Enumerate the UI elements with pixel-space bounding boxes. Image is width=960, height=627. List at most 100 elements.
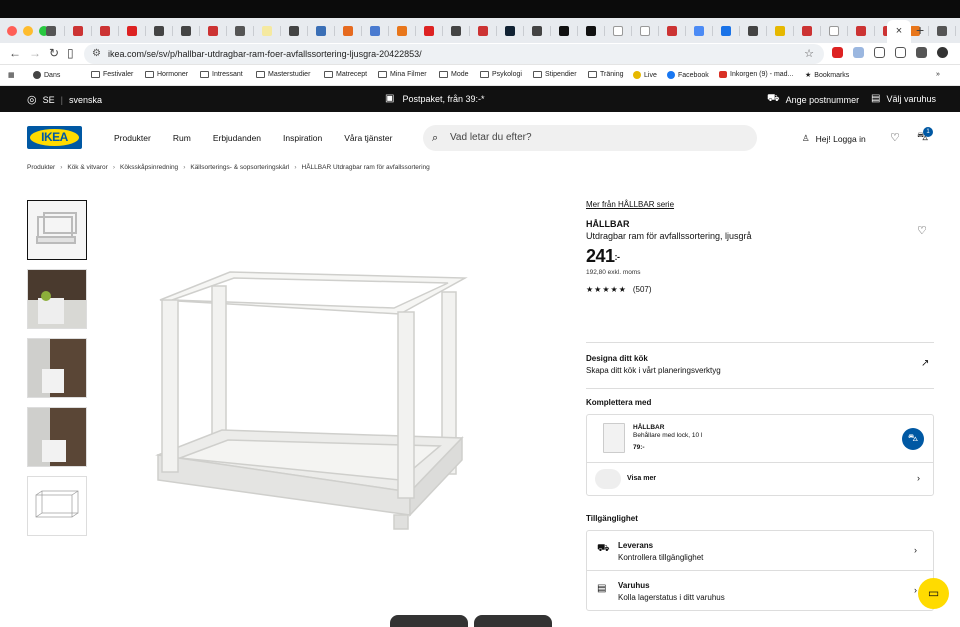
thumbnail-image-1[interactable] [27,200,87,260]
complement-item[interactable]: HÅLLBAR Behållare med lock, 10 l 79:- ⛍ [587,415,933,463]
camera-extension-icon[interactable] [874,47,885,58]
more-bookmarks-icon[interactable]: » [936,71,940,78]
reload-icon[interactable]: ↻ [49,46,59,60]
breadcrumb-current: HÅLLBAR Utdragbar ram för avfallssorteri… [301,164,430,171]
tab-favicons[interactable] [46,22,960,40]
availability-card: ⛟ Leverans Kontrollera tillgänglighet › … [586,530,934,611]
bookmark-live[interactable]: Live [633,71,657,79]
store-subtitle: Kolla lagerstatus i ditt varuhus [618,593,725,602]
bookmark-bookmarks[interactable]: ★ Bookmarks [805,71,849,80]
bookmark-dans[interactable]: Dans [33,71,60,79]
bookmark-festivaler[interactable]: Festivaler [91,71,133,78]
media-controls-icon[interactable] [916,47,927,58]
bookmark-stipendier[interactable]: Stipendier [533,71,577,78]
site-header: IKEA Produkter Rum Erbjudanden Inspirati… [0,112,960,160]
nav-vara-tjanster[interactable]: Våra tjänster [344,133,392,143]
image-control-button-2[interactable] [474,615,552,627]
folder-icon [588,71,597,78]
url-field[interactable]: ⚙ ikea.com/se/sv/p/hallbar-utdragbar-ram… [84,44,824,64]
wishlist-heart-icon[interactable]: ♡ [917,224,927,237]
docs-extension-icon[interactable] [853,47,864,58]
window-controls [7,26,49,36]
chat-icon: ▭ [927,586,940,600]
cart-plus-icon: ⛍ [907,433,919,444]
login-button[interactable]: ♙ Hej! Logga in [802,133,866,144]
folder-icon [256,71,265,78]
bookmark-mina-filmer[interactable]: Mina Filmer [378,71,427,78]
chevron-right-icon: › [917,473,920,483]
language-selector[interactable]: ◎ SE | svenska [27,93,102,106]
bookmark-traning[interactable]: Träning [588,71,623,78]
site-settings-icon[interactable]: ⚙ [92,44,101,64]
breadcrumb-item[interactable]: Kök & vitvaror [67,164,107,171]
design-kitchen-link[interactable]: Designa ditt kök Skapa ditt kök i vårt p… [586,354,934,375]
image-control-button-1[interactable] [390,615,468,627]
product-description: Utdragbar ram för avfallssortering, ljus… [586,231,752,241]
complement-heading: Komplettera med [586,398,652,407]
truck-icon: ⛟ [767,93,780,104]
availability-heading: Tillgänglighet [586,514,638,523]
bookmarks-bar: ▦ Dans Festivaler Hormoner Intressant Ma… [0,65,960,86]
breadcrumb-item[interactable]: Produkter [27,164,55,171]
ikea-logo[interactable]: IKEA [27,126,82,149]
adblock-extension-icon[interactable] [832,47,843,58]
bookmark-intressant[interactable]: Intressant [200,71,243,78]
store-row[interactable]: ▤ Varuhus Kolla lagerstatus i ditt varuh… [587,571,933,611]
postcode-button[interactable]: ⛟ Ange postnummer [767,93,859,106]
nav-erbjudanden[interactable]: Erbjudanden [213,133,261,143]
folder-icon [200,71,209,78]
bookmark-masterstudier[interactable]: Masterstudier [256,71,310,78]
main-navigation: Produkter Rum Erbjudanden Inspiration Vå… [114,133,414,143]
sidebar-toggle-icon[interactable]: ▯ [67,46,74,60]
main-product-image[interactable] [150,260,470,540]
search-input[interactable]: ⌕ Vad letar du efter? [423,125,757,151]
breadcrumb-item[interactable]: Källsorterings- & sopsorteringskärl [190,164,289,171]
divider [586,388,934,389]
series-link[interactable]: Mer från HÅLLBAR serie [586,200,934,209]
nav-rum[interactable]: Rum [173,133,191,143]
rating[interactable]: ★★★★★ (507) [586,285,934,294]
thumbnail-drawing[interactable] [27,476,87,536]
puzzle-extensions-icon[interactable] [895,47,906,58]
thumbnail-image-2[interactable] [27,269,87,329]
country-code: SE [42,94,55,105]
profile-avatar[interactable] [937,47,948,58]
bookmark-mode[interactable]: Mode [439,71,469,78]
bookmark-inkorgen[interactable]: Inkorgen (9) - mad... [719,71,793,78]
bookmark-hormoner[interactable]: Hormoner [145,71,188,78]
globe-icon: ◎ [27,94,37,106]
chevron-right-icon: › [914,585,917,595]
folder-icon [91,71,100,78]
complement-card: HÅLLBAR Behållare med lock, 10 l 79:- ⛍ … [586,414,934,496]
bookmark-psykologi[interactable]: Psykologi [480,71,522,78]
bookmark-facebook[interactable]: Facebook [667,71,709,79]
active-tab-close[interactable]: × [887,20,911,43]
folder-icon [324,71,333,78]
close-window-button[interactable] [7,26,17,36]
nav-produkter[interactable]: Produkter [114,133,151,143]
design-title: Designa ditt kök [586,354,648,363]
thumbnail-image-4[interactable] [27,407,87,467]
bookmark-star-icon[interactable]: ☆ [804,44,814,64]
thumbnail-image-3[interactable] [27,338,87,398]
folder-icon [439,71,448,78]
see-more-row[interactable]: Visa mer › [587,464,933,495]
breadcrumb-item[interactable]: Köksskåpsinredning [120,164,178,171]
back-icon[interactable]: ← [9,46,21,60]
add-to-cart-button[interactable]: ⛍ [902,428,924,450]
favourites-heart-icon[interactable]: ♡ [890,131,900,144]
forward-icon[interactable]: → [29,46,41,60]
extension-icons[interactable]: ⋮ [832,47,960,58]
apps-grid-icon[interactable]: ▦ [8,71,15,79]
minimize-window-button[interactable] [23,26,33,36]
product-info: Mer från HÅLLBAR serie HÅLLBAR Utdragbar… [586,200,934,294]
price: 241:- [586,246,620,266]
bookmark-matrecept[interactable]: Matrecept [324,71,367,78]
store-button[interactable]: ▤ Välj varuhus [871,93,936,104]
new-tab-button[interactable]: + [916,22,924,38]
chat-button[interactable]: ▭ [918,578,949,609]
shipping-info[interactable]: ▣ Postpaket, från 39:-* [385,93,485,104]
cart-count-badge: 1 [923,127,933,137]
delivery-row[interactable]: ⛟ Leverans Kontrollera tillgänglighet › [587,531,933,571]
nav-inspiration[interactable]: Inspiration [283,133,322,143]
